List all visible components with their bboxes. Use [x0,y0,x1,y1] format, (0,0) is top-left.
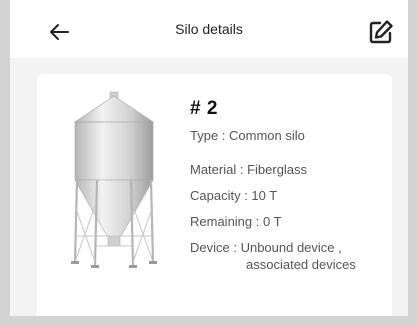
silo-number: # 2 [190,98,218,119]
silo-material: Material : Fiberglass [190,162,308,177]
silo-capacity: Capacity : 10 T [190,188,278,203]
screen: Silo details # 2 Type: Common silo Mate… [10,0,408,316]
app-header: Silo details [10,0,408,58]
silo-remaining: Remaining : 0 T [190,214,282,229]
silo-image [71,91,157,268]
page-title: Silo details [175,21,243,37]
associated-devices: associated devices [246,257,356,272]
device-status: Device : Unbound device , [190,240,342,255]
silo-type: Type : Common silo [190,128,305,143]
edit-button[interactable] [366,17,396,47]
edit-square-icon [369,20,393,44]
silo-card: # 2 Type : Common silo Material : Fiberg… [37,74,392,316]
silo-device: Device : Unbound device , associated dev… [190,240,356,272]
